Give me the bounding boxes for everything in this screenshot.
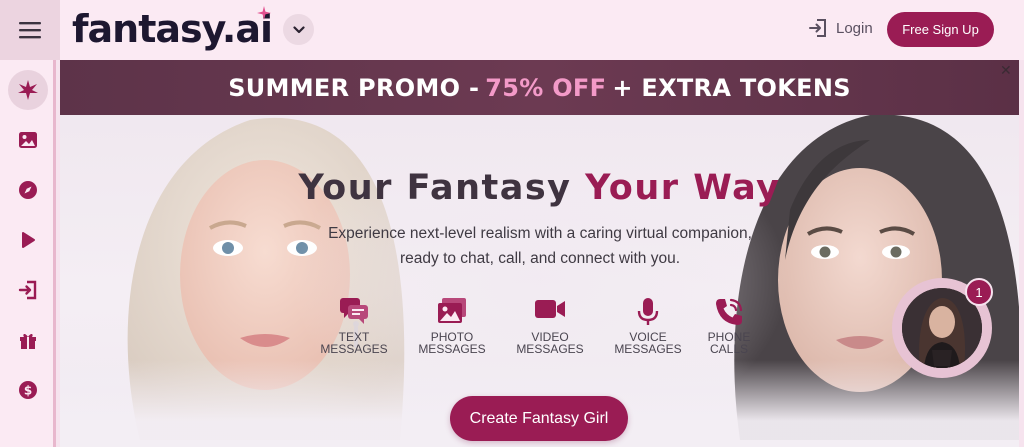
promo-highlight: 75% OFF <box>485 73 607 102</box>
video-camera-icon <box>535 300 565 318</box>
close-icon: ✕ <box>999 63 1013 79</box>
login-icon <box>809 19 826 37</box>
sparkle-icon <box>18 80 38 100</box>
promo-banner[interactable]: SUMMER PROMO - 75% OFF + EXTRA TOKENS ✕ <box>60 60 1019 115</box>
compass-icon <box>19 181 37 199</box>
logo-sparkle-icon <box>257 6 271 20</box>
sidebar-item-gallery[interactable] <box>8 120 48 160</box>
sidebar-item-explore[interactable] <box>8 170 48 210</box>
headline-accent: Your Way <box>585 168 781 208</box>
logo-dropdown-button[interactable] <box>283 14 314 45</box>
hamburger-menu-button[interactable] <box>0 0 60 60</box>
sidebar-item-login[interactable] <box>8 270 48 310</box>
feature-list: TEXT MESSAGES PHOTO MESSAGES VIDEO MESSA… <box>314 297 769 367</box>
hamburger-icon <box>19 22 41 39</box>
feature-label-line2: CALLS <box>709 342 749 356</box>
subline-line2: ready to chat, call, and connect with yo… <box>399 250 681 267</box>
sidebar: $ <box>0 60 56 447</box>
feature-label-line2: MESSAGES <box>614 342 682 356</box>
feature-text-messages[interactable]: TEXT MESSAGES <box>314 297 394 355</box>
subline-line1: Experience next-level realism with a car… <box>328 225 752 242</box>
sidebar-item-videos[interactable] <box>8 220 48 260</box>
gift-icon <box>20 333 36 349</box>
hero-section: SUMMER PROMO - 75% OFF + EXTRA TOKENS ✕ … <box>60 60 1019 447</box>
feature-label-line2: MESSAGES <box>320 342 388 356</box>
chevron-down-icon <box>292 25 305 33</box>
login-door-icon <box>18 280 37 300</box>
notification-badge: 1 <box>965 278 993 306</box>
hero-subline: Experience next-level realism with a car… <box>260 221 820 271</box>
promo-prefix: SUMMER PROMO - <box>228 73 480 102</box>
promo-close-button[interactable]: ✕ <box>998 63 1014 79</box>
image-icon <box>19 132 37 148</box>
chat-bubbles-icon <box>340 298 368 324</box>
phone-icon <box>716 298 743 325</box>
create-fantasy-girl-button[interactable]: Create Fantasy Girl <box>450 396 628 441</box>
play-icon <box>22 232 35 248</box>
feature-phone-calls[interactable]: PHONE CALLS <box>689 297 769 355</box>
logo[interactable]: fantasy.ai <box>72 6 273 52</box>
top-header: fantasy.ai Login Free Sign Up <box>0 0 1024 60</box>
headline-part1: Your Fantasy <box>298 168 586 208</box>
dollar-icon: $ <box>19 381 37 399</box>
microphone-icon <box>637 298 659 325</box>
login-link[interactable]: Login <box>808 18 873 38</box>
login-label: Login <box>836 19 873 37</box>
feature-video-messages[interactable]: VIDEO MESSAGES <box>510 297 590 355</box>
main-content: SUMMER PROMO - 75% OFF + EXTRA TOKENS ✕ … <box>60 60 1019 447</box>
feature-label-line2: MESSAGES <box>516 342 584 356</box>
sidebar-item-create[interactable] <box>8 70 48 110</box>
sidebar-item-pricing[interactable]: $ <box>8 370 48 410</box>
feature-voice-messages[interactable]: VOICE MESSAGES <box>608 297 688 355</box>
feature-label-line2: MESSAGES <box>418 342 486 356</box>
feature-photo-messages[interactable]: PHOTO MESSAGES <box>412 297 492 355</box>
svg-text:$: $ <box>24 384 32 398</box>
sidebar-item-gifts[interactable] <box>8 320 48 360</box>
free-signup-button[interactable]: Free Sign Up <box>887 12 994 47</box>
photo-icon <box>438 298 466 323</box>
hero-headline: Your Fantasy Your Way <box>60 168 1019 208</box>
promo-suffix: + EXTRA TOKENS <box>612 73 851 102</box>
